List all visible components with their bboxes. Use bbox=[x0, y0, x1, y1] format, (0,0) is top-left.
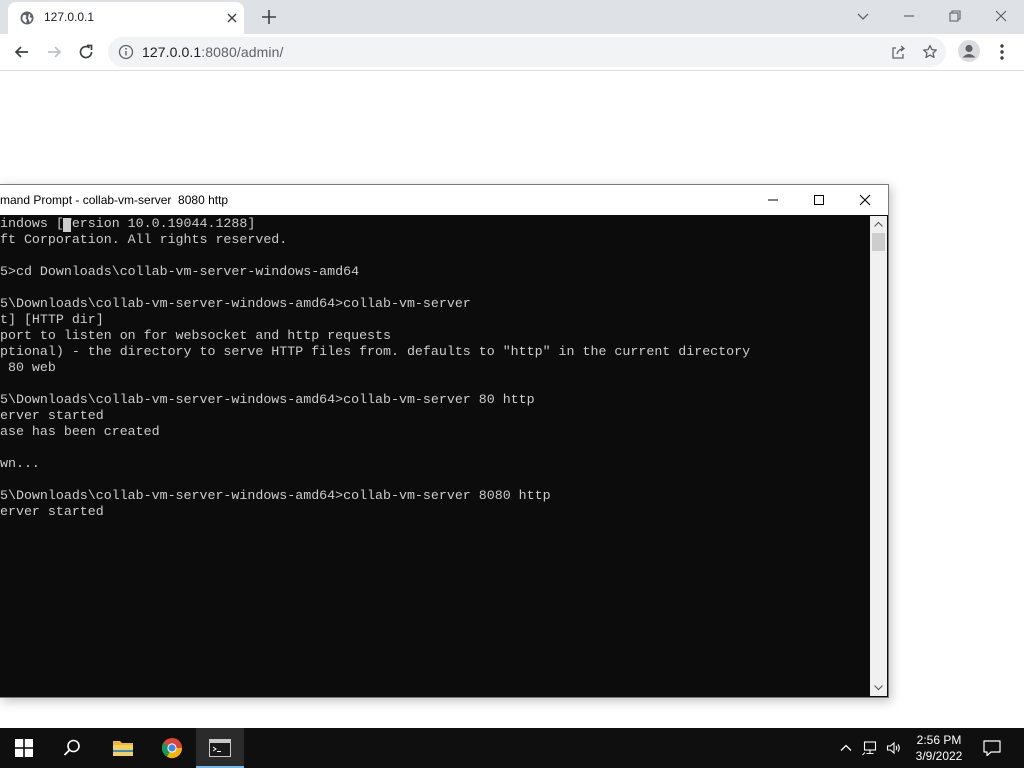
action-center-notification-icon[interactable] bbox=[982, 738, 1002, 758]
scroll-up-arrow-icon[interactable] bbox=[870, 216, 887, 233]
console-line: 5\Downloads\collab-vm-server-windows-amd… bbox=[0, 392, 535, 407]
close-tab-icon[interactable] bbox=[224, 10, 240, 26]
scroll-down-arrow-icon[interactable] bbox=[870, 679, 887, 696]
address-bar[interactable]: 127.0.0.1:8080/admin/ bbox=[108, 37, 946, 67]
tab-search-chevron-icon[interactable] bbox=[853, 6, 873, 26]
windows-logo-icon bbox=[15, 739, 33, 757]
address-bar-url: 127.0.0.1:8080/admin/ bbox=[142, 44, 283, 60]
restore-icon[interactable] bbox=[945, 6, 965, 26]
url-host: 127.0.0.1 bbox=[142, 44, 202, 60]
cmd-titlebar[interactable]: mand Prompt - collab-vm-server 8080 http bbox=[0, 185, 888, 215]
globe-icon bbox=[20, 11, 34, 25]
console-line: ase has been created bbox=[0, 424, 160, 439]
tab-title: 127.0.0.1 bbox=[44, 10, 95, 24]
cmd-maximize-button[interactable] bbox=[796, 185, 842, 215]
close-window-icon[interactable] bbox=[991, 6, 1011, 26]
browser-tab[interactable]: 127.0.0.1 bbox=[8, 2, 244, 34]
command-prompt-window[interactable]: mand Prompt - collab-vm-server 8080 http… bbox=[0, 184, 889, 698]
share-icon[interactable] bbox=[890, 44, 906, 60]
console-line: ptional) - the directory to serve HTTP f… bbox=[0, 344, 751, 359]
console-line: 5\Downloads\collab-vm-server-windows-amd… bbox=[0, 488, 551, 503]
console-output[interactable]: indows [Version 10.0.19044.1288] ft Corpo… bbox=[0, 216, 870, 696]
console-line: 5>cd Downloads\collab-vm-server-windows-… bbox=[0, 264, 360, 279]
console-line: ft Corporation. All rights reserved. bbox=[0, 232, 288, 247]
command-prompt-taskbar-button[interactable] bbox=[196, 728, 244, 768]
chrome-taskbar-button[interactable] bbox=[148, 728, 196, 768]
text-cursor bbox=[63, 218, 71, 232]
taskbar: 2:56 PM 3/9/2022 bbox=[0, 728, 1024, 768]
more-menu-icon[interactable] bbox=[994, 42, 1010, 62]
browser-tab-strip: 127.0.0.1 bbox=[0, 0, 1024, 34]
forward-arrow-icon[interactable] bbox=[44, 42, 64, 62]
search-button[interactable] bbox=[48, 728, 96, 768]
taskbar-clock[interactable]: 2:56 PM 3/9/2022 bbox=[906, 732, 972, 764]
console-line: erver started bbox=[0, 408, 104, 423]
new-tab-plus-icon[interactable] bbox=[260, 8, 278, 26]
terminal-icon bbox=[209, 739, 231, 757]
back-arrow-icon[interactable] bbox=[12, 42, 32, 62]
site-info-icon[interactable] bbox=[118, 44, 134, 60]
close-icon bbox=[859, 194, 871, 206]
cmd-window-title: mand Prompt - collab-vm-server 8080 http bbox=[0, 193, 229, 207]
console-line: 80 web bbox=[0, 360, 56, 375]
profile-avatar[interactable] bbox=[958, 40, 980, 62]
console-line: erver started bbox=[0, 504, 104, 519]
chrome-logo-icon bbox=[161, 738, 183, 759]
clock-date: 3/9/2022 bbox=[915, 749, 963, 763]
maximize-icon bbox=[814, 195, 824, 205]
clock-time: 2:56 PM bbox=[916, 733, 962, 747]
person-icon bbox=[962, 44, 976, 58]
console-line: t] [HTTP dir] bbox=[0, 312, 104, 327]
console-line: wn... bbox=[0, 456, 40, 471]
start-button[interactable] bbox=[0, 728, 48, 768]
cmd-close-button[interactable] bbox=[842, 185, 888, 215]
console-line: port to listen on for websocket and http… bbox=[0, 328, 391, 343]
folder-icon bbox=[113, 741, 133, 756]
file-explorer-button[interactable] bbox=[98, 728, 146, 768]
console-line: indows [Version 10.0.19044.1288] bbox=[0, 216, 256, 231]
show-hidden-icons-chevron-icon[interactable] bbox=[838, 740, 854, 756]
reload-icon[interactable] bbox=[76, 42, 96, 62]
cmd-minimize-button[interactable] bbox=[750, 185, 796, 215]
network-icon[interactable] bbox=[862, 740, 878, 756]
bookmark-star-icon[interactable] bbox=[922, 44, 938, 60]
browser-toolbar: 127.0.0.1:8080/admin/ bbox=[0, 34, 1024, 71]
volume-icon[interactable] bbox=[886, 740, 902, 756]
url-path: :8080/admin/ bbox=[201, 44, 284, 60]
console-line: 5\Downloads\collab-vm-server-windows-amd… bbox=[0, 296, 471, 311]
minimize-icon bbox=[768, 199, 778, 201]
search-icon bbox=[63, 739, 80, 756]
minimize-icon[interactable] bbox=[899, 6, 919, 26]
scrollbar-thumb[interactable] bbox=[872, 233, 885, 251]
console-scrollbar[interactable] bbox=[870, 216, 887, 696]
